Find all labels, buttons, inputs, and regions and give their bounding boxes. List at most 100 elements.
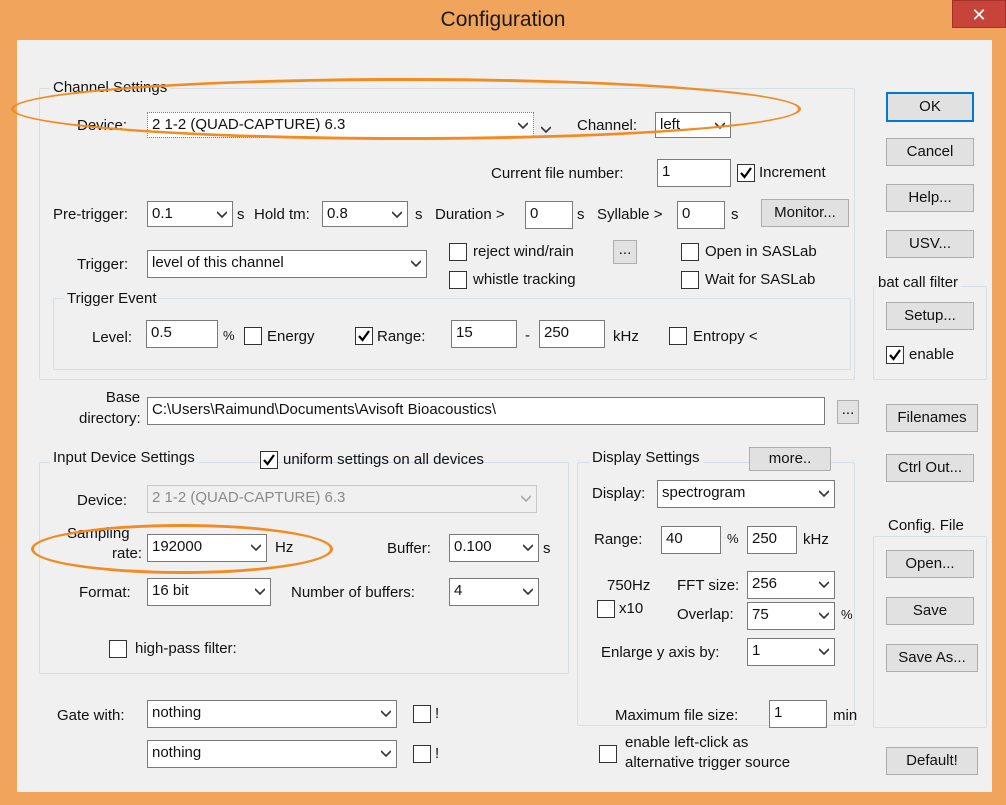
config-open-button[interactable]: Open... xyxy=(886,550,974,578)
num-buffers-select[interactable]: 4 xyxy=(449,578,539,606)
title-bar[interactable]: Configuration ✕ xyxy=(0,0,1006,40)
open-saslab-label: Open in SASLab xyxy=(705,243,817,260)
display-range-khz-input[interactable]: 250 xyxy=(747,526,797,554)
level-input[interactable]: 0.5 xyxy=(146,320,218,348)
duration-input[interactable]: 0 xyxy=(525,201,573,229)
fft-size-select[interactable]: 256 xyxy=(747,571,835,599)
pretrigger-select[interactable]: 0.1 xyxy=(147,201,233,227)
display-label: Display: xyxy=(592,485,646,502)
chevron-down-icon xyxy=(411,260,421,268)
chevron-down-icon xyxy=(819,648,829,656)
range-from-input[interactable]: 15 xyxy=(451,320,517,348)
channel-device-dropdown-button[interactable] xyxy=(534,112,558,138)
chevron-down-icon xyxy=(392,211,402,219)
holdtm-unit: s xyxy=(415,206,423,223)
wait-saslab-checkbox[interactable] xyxy=(681,271,699,289)
base-dir-label-line1: Base xyxy=(105,389,141,406)
range-to-input[interactable]: 250 xyxy=(539,320,605,348)
sampling-rate-label-line1: Sampling xyxy=(67,525,130,542)
max-file-size-input[interactable]: 1 xyxy=(769,700,827,728)
energy-checkbox[interactable] xyxy=(244,327,262,345)
highpass-checkbox[interactable] xyxy=(109,640,127,658)
monitor-button[interactable]: Monitor... xyxy=(761,199,849,227)
reject-wind-checkbox[interactable] xyxy=(449,243,467,261)
display-range-label: Range: xyxy=(594,531,643,548)
usv-button[interactable]: USV... xyxy=(886,230,974,258)
input-device-value: 2 1-2 (QUAD-CAPTURE) 6.3 xyxy=(152,489,346,506)
reject-wind-more-button[interactable]: ... xyxy=(613,240,637,264)
increment-checkbox[interactable] xyxy=(737,164,755,182)
ok-button[interactable]: OK xyxy=(886,92,974,122)
syllable-input[interactable]: 0 xyxy=(677,201,725,229)
left-click-trigger-checkbox[interactable] xyxy=(599,745,617,763)
chevron-down-icon xyxy=(523,588,533,596)
trigger-label: Trigger: xyxy=(77,256,129,273)
sampling-rate-value: 192000 xyxy=(152,538,203,555)
chevron-down-icon xyxy=(217,211,227,219)
gate-second-bang: ! xyxy=(435,745,440,762)
input-device-label: Device: xyxy=(77,492,128,509)
buffer-select[interactable]: 0.100 xyxy=(449,534,539,562)
channel-select[interactable]: left xyxy=(655,112,731,138)
ctrl-out-button[interactable]: Ctrl Out... xyxy=(886,454,974,482)
display-range-input[interactable]: 40 xyxy=(661,526,721,554)
gate-first-select[interactable]: nothing xyxy=(147,700,397,728)
input-device-select: 2 1-2 (QUAD-CAPTURE) 6.3 xyxy=(147,485,537,513)
bat-setup-button[interactable]: Setup... xyxy=(886,302,974,330)
sampling-rate-select[interactable]: 192000 xyxy=(147,534,267,562)
pretrigger-value: 0.1 xyxy=(152,205,173,222)
enlarge-select[interactable]: 1 xyxy=(747,638,835,666)
config-save-button[interactable]: Save xyxy=(886,597,974,625)
left-click-trigger-label-line2: alternative trigger source xyxy=(625,754,791,771)
default-button[interactable]: Default! xyxy=(886,747,978,775)
pretrigger-unit: s xyxy=(237,206,245,223)
chevron-down-icon xyxy=(819,581,829,589)
base-dir-input[interactable]: C:\Users\Raimund\Documents\Avisoft Bioac… xyxy=(147,397,825,425)
overlap-label: Overlap: xyxy=(677,606,734,623)
holdtm-label: Hold tm: xyxy=(254,206,310,223)
cancel-button[interactable]: Cancel xyxy=(886,138,974,166)
entropy-checkbox[interactable] xyxy=(669,327,687,345)
trigger-select[interactable]: level of this channel xyxy=(147,250,427,278)
holdtm-select[interactable]: 0.8 xyxy=(322,201,408,227)
filenames-button[interactable]: Filenames xyxy=(886,404,978,432)
bat-enable-checkbox[interactable] xyxy=(886,346,904,364)
uniform-settings-label: uniform settings on all devices xyxy=(283,451,484,468)
level-label: Level: xyxy=(92,329,133,346)
channel-device-select[interactable]: 2 1-2 (QUAD-CAPTURE) 6.3 xyxy=(147,112,534,138)
gate-first-invert-checkbox[interactable] xyxy=(413,705,431,723)
whistle-tracking-checkbox[interactable] xyxy=(449,271,467,289)
overlap-select[interactable]: 75 xyxy=(747,602,835,630)
base-dir-browse-button[interactable]: ... xyxy=(837,400,859,424)
input-device-title: Input Device Settings xyxy=(50,449,198,467)
display-more-button[interactable]: more.. xyxy=(749,447,831,471)
chevron-down-icon xyxy=(255,588,265,596)
current-file-input[interactable]: 1 xyxy=(657,159,731,187)
help-button[interactable]: Help... xyxy=(886,184,974,212)
format-label: Format: xyxy=(79,584,131,601)
enlarge-value: 1 xyxy=(752,642,761,659)
x10-checkbox[interactable] xyxy=(597,600,615,618)
increment-label: Increment xyxy=(759,164,826,181)
close-button[interactable]: ✕ xyxy=(952,0,1006,28)
display-range-unit: % xyxy=(727,531,739,546)
chevron-down-icon xyxy=(521,495,531,503)
display-settings-title: Display Settings xyxy=(589,449,703,467)
open-saslab-checkbox[interactable] xyxy=(681,243,699,261)
config-file-title: Config. File xyxy=(885,517,967,535)
gate-second-invert-checkbox[interactable] xyxy=(413,745,431,763)
display-select[interactable]: spectrogram xyxy=(657,480,835,508)
uniform-settings-checkbox[interactable] xyxy=(260,451,278,469)
bat-enable-label: enable xyxy=(909,346,955,363)
format-select[interactable]: 16 bit xyxy=(147,578,271,606)
highpass-label: high-pass filter: xyxy=(135,640,237,657)
max-file-size-label: Maximum file size: xyxy=(615,707,739,724)
gate-second-select[interactable]: nothing xyxy=(147,740,397,768)
chevron-down-icon xyxy=(819,612,829,620)
range-checkbox[interactable] xyxy=(355,327,373,345)
config-save-as-button[interactable]: Save As... xyxy=(886,644,978,672)
gate-first-value: nothing xyxy=(152,704,202,721)
close-icon: ✕ xyxy=(971,5,987,25)
syllable-unit: s xyxy=(731,206,739,223)
channel-settings-title: Channel Settings xyxy=(50,79,171,97)
